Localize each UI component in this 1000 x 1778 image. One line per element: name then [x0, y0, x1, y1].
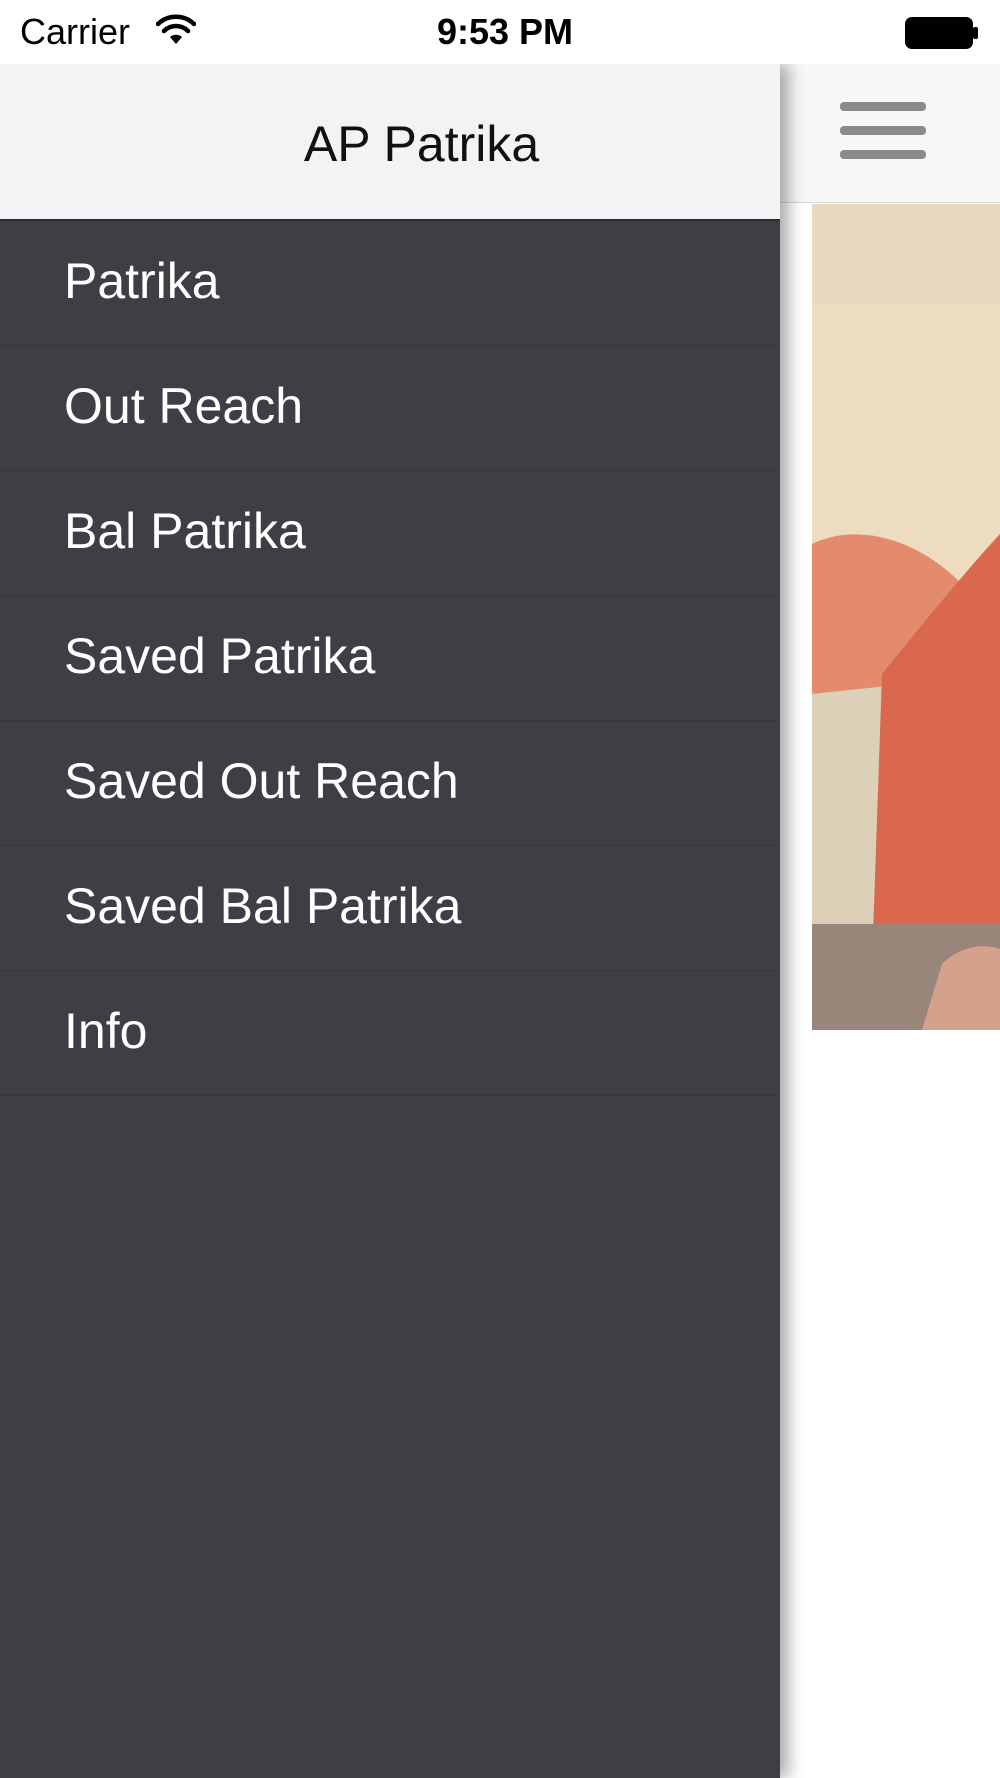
- menu-item-label: Saved Bal Patrika: [64, 878, 462, 934]
- menu-item-out-reach[interactable]: Out Reach: [0, 346, 780, 471]
- drawer-menu: Patrika Out Reach Bal Patrika Saved Patr…: [0, 221, 780, 1096]
- menu-item-bal-patrika[interactable]: Bal Patrika: [0, 471, 780, 596]
- hamburger-menu-icon[interactable]: [840, 102, 928, 162]
- menu-item-saved-bal-patrika[interactable]: Saved Bal Patrika: [0, 846, 780, 971]
- drawer-header: AP Patrika: [0, 64, 780, 221]
- status-bar: Carrier 9:53 PM: [0, 0, 1000, 64]
- menu-item-saved-patrika[interactable]: Saved Patrika: [0, 596, 780, 721]
- menu-item-label: Info: [64, 1003, 148, 1059]
- side-drawer: AP Patrika Patrika Out Reach Bal Patrika…: [0, 64, 780, 1778]
- menu-item-label: Out Reach: [64, 378, 304, 434]
- menu-item-info[interactable]: Info: [0, 971, 780, 1096]
- menu-item-saved-out-reach[interactable]: Saved Out Reach: [0, 721, 780, 846]
- menu-item-patrika[interactable]: Patrika: [0, 221, 780, 346]
- drawer-title: AP Patrika: [303, 116, 540, 172]
- main-content: [780, 64, 1000, 1778]
- status-time: 9:53 PM: [436, 11, 574, 52]
- battery-icon: [905, 17, 978, 49]
- menu-item-label: Patrika: [64, 253, 220, 309]
- menu-item-label: Saved Patrika: [64, 628, 376, 684]
- menu-item-label: Saved Out Reach: [64, 753, 459, 809]
- hero-photo: [812, 204, 1000, 1030]
- menu-item-label: Bal Patrika: [64, 503, 306, 559]
